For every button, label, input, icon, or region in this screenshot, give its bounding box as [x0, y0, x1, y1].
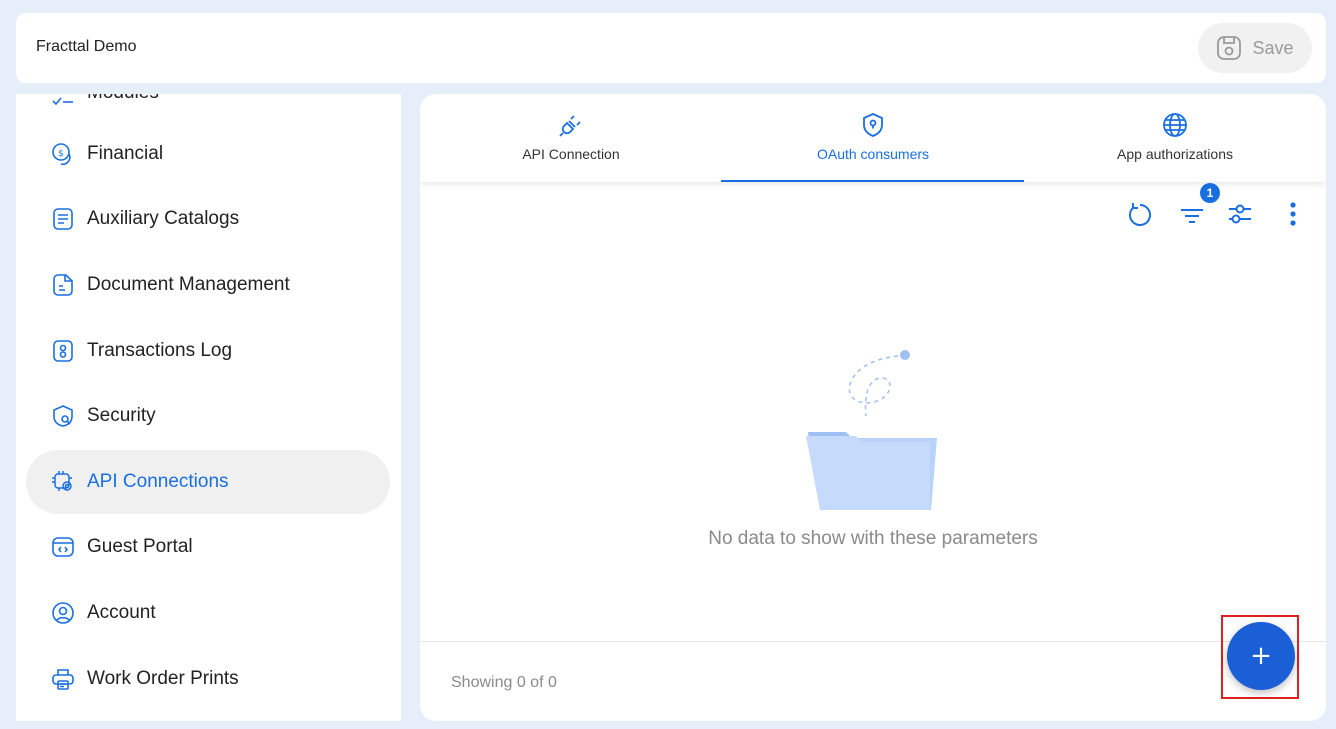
globe-icon — [1162, 112, 1188, 138]
sidebar-item-transactions-log[interactable]: Transactions Log — [26, 319, 390, 383]
sidebar-item-label: Auxiliary Catalogs — [87, 208, 240, 229]
tab-app-authorizations[interactable]: App authorizations — [1024, 94, 1326, 182]
sidebar-item-financial[interactable]: $ Financial — [26, 122, 390, 186]
shield-icon — [51, 404, 75, 428]
coins-icon: $ — [51, 142, 75, 166]
filter-icon[interactable] — [1178, 202, 1206, 228]
save-label: Save — [1252, 37, 1294, 58]
plus-icon: + — [1250, 641, 1272, 671]
tab-api-connection[interactable]: API Connection — [420, 94, 722, 182]
svg-text:$: $ — [58, 149, 64, 159]
sidebar-item-label: Account — [87, 602, 156, 623]
app-title: Fracttal Demo — [36, 38, 137, 55]
document-icon — [51, 273, 75, 297]
sidebar-item-label: Work Order Prints — [87, 668, 239, 689]
more-options-icon[interactable] — [1288, 200, 1298, 228]
save-icon — [1216, 35, 1242, 61]
pagination-summary: Showing 0 of 0 — [451, 674, 557, 691]
sidebar-item-security[interactable]: Security — [26, 384, 390, 448]
printer-icon — [51, 667, 75, 691]
sidebar-item-guest-portal[interactable]: Guest Portal — [26, 515, 390, 579]
catalog-icon — [51, 207, 75, 231]
sidebar: Modules $ Financial Auxiliary Catalogs D… — [16, 94, 401, 721]
empty-state-message: No data to show with these parameters — [708, 528, 1038, 549]
shield-key-icon — [860, 112, 886, 138]
sidebar-item-modules[interactable]: Modules — [26, 94, 390, 125]
sidebar-item-document-management[interactable]: Document Management — [26, 253, 390, 317]
filter-count-badge: 1 — [1200, 183, 1220, 203]
sidebar-item-label: Document Management — [87, 274, 290, 295]
sidebar-item-label: Financial — [87, 143, 164, 164]
columns-settings-icon[interactable] — [1226, 200, 1254, 228]
tab-label: OAuth consumers — [816, 146, 930, 162]
sidebar-item-account[interactable]: Account — [26, 581, 390, 645]
user-circle-icon — [51, 601, 75, 625]
refresh-icon[interactable] — [1126, 200, 1154, 228]
footer-divider — [420, 641, 1326, 642]
top-header: Fracttal Demo Save — [16, 13, 1326, 83]
main-panel: API Connection OAuth consumers App autho… — [420, 94, 1326, 721]
sidebar-item-label: Guest Portal — [87, 536, 193, 557]
tab-bar: API Connection OAuth consumers App autho… — [420, 94, 1326, 182]
sidebar-item-work-order-prints[interactable]: Work Order Prints — [26, 647, 390, 711]
sidebar-item-label: API Connections — [87, 471, 229, 492]
empty-folder-illustration — [800, 344, 950, 514]
sidebar-item-label: Security — [87, 405, 156, 426]
active-tab-indicator — [721, 180, 1024, 182]
add-button[interactable]: + — [1227, 622, 1295, 690]
gear-chip-icon — [51, 470, 75, 494]
log-icon — [51, 339, 75, 363]
sidebar-item-api-connections[interactable]: API Connections — [26, 450, 390, 514]
sidebar-item-label: Transactions Log — [87, 340, 233, 361]
plug-icon — [558, 112, 584, 138]
tab-label: App authorizations — [1117, 146, 1233, 162]
tab-label: API Connection — [522, 146, 620, 162]
sidebar-item-auxiliary-catalogs[interactable]: Auxiliary Catalogs — [26, 187, 390, 251]
tab-oauth-consumers[interactable]: OAuth consumers — [722, 94, 1024, 182]
checklist-icon — [51, 94, 75, 105]
browser-code-icon — [51, 535, 75, 559]
save-button[interactable]: Save — [1198, 23, 1312, 73]
sidebar-item-label: Modules — [87, 94, 159, 104]
